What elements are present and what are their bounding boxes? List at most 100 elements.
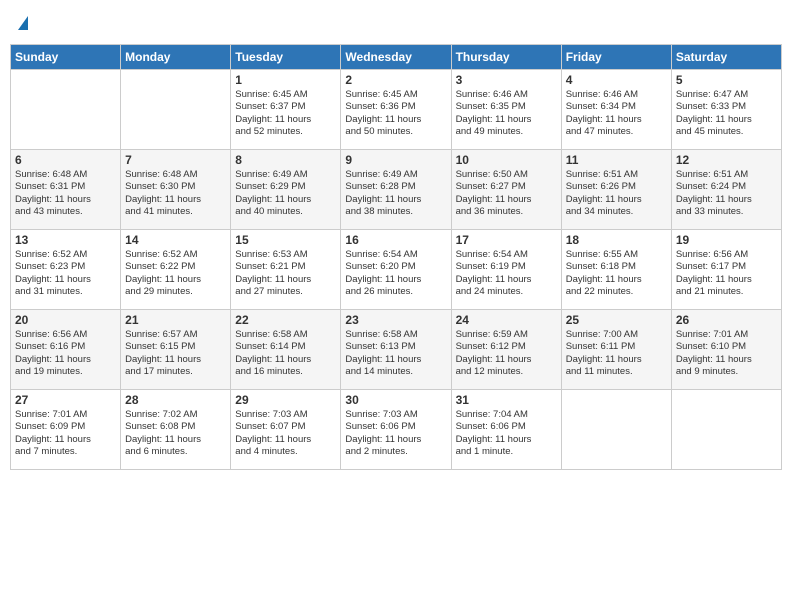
day-info-line: and 52 minutes. bbox=[235, 126, 336, 138]
calendar-cell: 5 Sunrise: 6:47 AMSunset: 6:33 PMDaylight… bbox=[671, 70, 781, 150]
day-info-line: Daylight: 11 hours bbox=[345, 434, 446, 446]
day-number: 8 bbox=[235, 153, 336, 167]
day-info-line: Sunset: 6:29 PM bbox=[235, 181, 336, 193]
day-info-line: Sunset: 6:13 PM bbox=[345, 341, 446, 353]
day-info-line: and 16 minutes. bbox=[235, 366, 336, 378]
day-info-line: Sunrise: 7:01 AM bbox=[15, 409, 116, 421]
day-info-line: Sunrise: 7:01 AM bbox=[676, 329, 777, 341]
day-info-line: and 2 minutes. bbox=[345, 446, 446, 458]
day-number: 9 bbox=[345, 153, 446, 167]
day-number: 31 bbox=[456, 393, 557, 407]
day-info-line: Sunrise: 6:49 AM bbox=[235, 169, 336, 181]
day-info-line: Daylight: 11 hours bbox=[345, 354, 446, 366]
logo bbox=[10, 10, 34, 36]
day-number: 6 bbox=[15, 153, 116, 167]
weekday-header-friday: Friday bbox=[561, 45, 671, 70]
day-number: 15 bbox=[235, 233, 336, 247]
day-info-line: Sunrise: 6:50 AM bbox=[456, 169, 557, 181]
calendar-cell: 19Sunrise: 6:56 AMSunset: 6:17 PMDayligh… bbox=[671, 230, 781, 310]
day-info-line: and 41 minutes. bbox=[125, 206, 226, 218]
day-number: 17 bbox=[456, 233, 557, 247]
day-info-line: Sunset: 6:14 PM bbox=[235, 341, 336, 353]
calendar-cell: 9Sunrise: 6:49 AMSunset: 6:28 PMDaylight… bbox=[341, 150, 451, 230]
day-info-line: and 27 minutes. bbox=[235, 286, 336, 298]
day-info-line: Sunrise: 6:53 AM bbox=[235, 249, 336, 261]
calendar-cell: 10Sunrise: 6:50 AMSunset: 6:27 PMDayligh… bbox=[451, 150, 561, 230]
day-info-line: Daylight: 11 hours bbox=[566, 114, 667, 126]
day-info-line: Sunset: 6:36 PM bbox=[345, 101, 446, 113]
day-info-line: Daylight: 11 hours bbox=[456, 434, 557, 446]
calendar-cell: 26Sunrise: 7:01 AMSunset: 6:10 PMDayligh… bbox=[671, 310, 781, 390]
day-info-line: Sunrise: 6:48 AM bbox=[15, 169, 116, 181]
day-info-line: Sunrise: 6:54 AM bbox=[345, 249, 446, 261]
day-number: 20 bbox=[15, 313, 116, 327]
day-info-line: Sunrise: 6:48 AM bbox=[125, 169, 226, 181]
day-info-line: Sunrise: 7:02 AM bbox=[125, 409, 226, 421]
day-info-line: Daylight: 11 hours bbox=[235, 354, 336, 366]
calendar-cell: 14Sunrise: 6:52 AMSunset: 6:22 PMDayligh… bbox=[121, 230, 231, 310]
day-info-line: and 26 minutes. bbox=[345, 286, 446, 298]
day-info-line: and 1 minute. bbox=[456, 446, 557, 458]
day-info-line: Sunset: 6:33 PM bbox=[676, 101, 777, 113]
day-info-line: Daylight: 11 hours bbox=[15, 194, 116, 206]
day-info-line: Sunset: 6:09 PM bbox=[15, 421, 116, 433]
day-info-line: and 31 minutes. bbox=[15, 286, 116, 298]
day-info-line: Sunset: 6:24 PM bbox=[676, 181, 777, 193]
calendar-cell bbox=[671, 390, 781, 470]
day-info-line: and 45 minutes. bbox=[676, 126, 777, 138]
day-number: 10 bbox=[456, 153, 557, 167]
day-info-line: and 24 minutes. bbox=[456, 286, 557, 298]
day-info-line: and 19 minutes. bbox=[15, 366, 116, 378]
day-info-line: Daylight: 11 hours bbox=[235, 114, 336, 126]
day-info-line: Sunrise: 7:04 AM bbox=[456, 409, 557, 421]
day-number: 22 bbox=[235, 313, 336, 327]
day-number: 12 bbox=[676, 153, 777, 167]
day-info-line: Sunset: 6:23 PM bbox=[15, 261, 116, 273]
day-info-line: Daylight: 11 hours bbox=[676, 114, 777, 126]
day-info-line: Daylight: 11 hours bbox=[676, 194, 777, 206]
day-info-line: Sunset: 6:34 PM bbox=[566, 101, 667, 113]
calendar-cell: 13Sunrise: 6:52 AMSunset: 6:23 PMDayligh… bbox=[11, 230, 121, 310]
day-number: 16 bbox=[345, 233, 446, 247]
day-number: 18 bbox=[566, 233, 667, 247]
day-info-line: Daylight: 11 hours bbox=[676, 354, 777, 366]
weekday-header-wednesday: Wednesday bbox=[341, 45, 451, 70]
day-info-line: Daylight: 11 hours bbox=[456, 354, 557, 366]
day-info-line: and 40 minutes. bbox=[235, 206, 336, 218]
day-info-line: Sunset: 6:15 PM bbox=[125, 341, 226, 353]
day-info-line: Daylight: 11 hours bbox=[456, 274, 557, 286]
day-info-line: Sunset: 6:12 PM bbox=[456, 341, 557, 353]
day-info-line: and 38 minutes. bbox=[345, 206, 446, 218]
day-info-line: Sunset: 6:07 PM bbox=[235, 421, 336, 433]
calendar-cell: 3Sunrise: 6:46 AMSunset: 6:35 PMDaylight… bbox=[451, 70, 561, 150]
day-number: 13 bbox=[15, 233, 116, 247]
day-number: 21 bbox=[125, 313, 226, 327]
day-info-line: Daylight: 11 hours bbox=[456, 114, 557, 126]
day-info-line: Sunrise: 7:03 AM bbox=[235, 409, 336, 421]
calendar-cell: 29Sunrise: 7:03 AMSunset: 6:07 PMDayligh… bbox=[231, 390, 341, 470]
day-info-line: Sunset: 6:20 PM bbox=[345, 261, 446, 273]
day-number: 5 bbox=[676, 73, 777, 87]
day-info-line: Sunrise: 6:47 AM bbox=[676, 89, 777, 101]
day-number: 1 bbox=[235, 73, 336, 87]
day-info-line: and 7 minutes. bbox=[15, 446, 116, 458]
day-info-line: and 36 minutes. bbox=[456, 206, 557, 218]
day-info-line: Sunset: 6:35 PM bbox=[456, 101, 557, 113]
calendar-week-row: 27Sunrise: 7:01 AMSunset: 6:09 PMDayligh… bbox=[11, 390, 782, 470]
calendar-cell: 23Sunrise: 6:58 AMSunset: 6:13 PMDayligh… bbox=[341, 310, 451, 390]
day-info-line: Daylight: 11 hours bbox=[456, 194, 557, 206]
calendar-cell: 24Sunrise: 6:59 AMSunset: 6:12 PMDayligh… bbox=[451, 310, 561, 390]
day-info-line: Daylight: 11 hours bbox=[345, 274, 446, 286]
calendar-cell: 22Sunrise: 6:58 AMSunset: 6:14 PMDayligh… bbox=[231, 310, 341, 390]
day-info-line: Sunrise: 6:49 AM bbox=[345, 169, 446, 181]
day-info-line: and 12 minutes. bbox=[456, 366, 557, 378]
day-info-line: and 9 minutes. bbox=[676, 366, 777, 378]
day-info-line: and 22 minutes. bbox=[566, 286, 667, 298]
day-info-line: Sunset: 6:10 PM bbox=[676, 341, 777, 353]
day-info-line: and 6 minutes. bbox=[125, 446, 226, 458]
day-number: 24 bbox=[456, 313, 557, 327]
day-info-line: and 17 minutes. bbox=[125, 366, 226, 378]
day-info-line: Daylight: 11 hours bbox=[15, 274, 116, 286]
header bbox=[10, 10, 782, 36]
day-info-line: Sunset: 6:30 PM bbox=[125, 181, 226, 193]
